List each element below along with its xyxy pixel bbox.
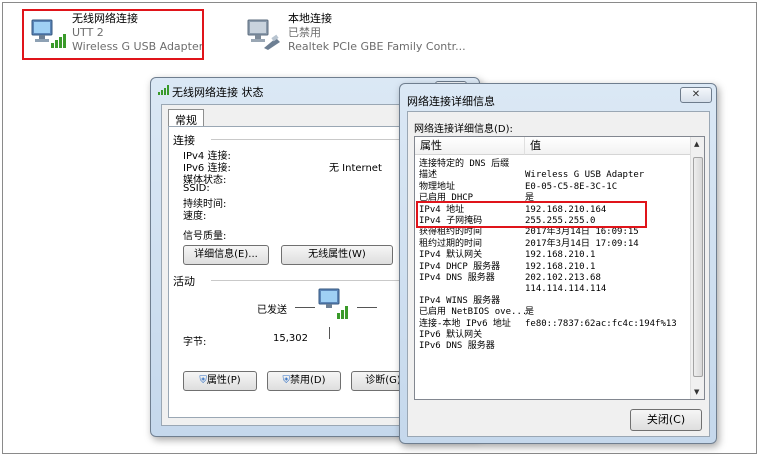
connection-name: 本地连接: [288, 12, 332, 25]
detail-property: IPv4 默认网关: [419, 250, 483, 261]
detail-value: 2017年3月14日 16:09:15: [525, 227, 639, 238]
detail-row[interactable]: IPv6 默认网关: [415, 330, 691, 341]
properties-button-label: 属性(P): [206, 375, 241, 386]
status-dialog-title: 无线网络连接 状态: [172, 86, 264, 99]
detail-property: IPv4 DNS 服务器: [419, 273, 495, 283]
detail-property: 获得租约的时间: [419, 227, 483, 238]
detail-property: 已启用 NetBIOS ove...: [419, 307, 528, 318]
detail-value: 是: [525, 307, 535, 318]
bytes-label: 字节:: [183, 337, 207, 348]
dhcp-ipv4-highlight: [416, 201, 647, 228]
detail-row[interactable]: IPv4 DHCP 服务器 192.168.210.1: [415, 262, 691, 273]
shield-icon: ⛨: [199, 375, 207, 386]
detail-property: IPv4 WINS 服务器: [419, 295, 501, 306]
ssid-label: SSID:: [183, 183, 210, 194]
connection-adapter: Realtek PCIe GBE Family Contr...: [288, 40, 466, 53]
details-button[interactable]: 详细信息(E)...: [183, 245, 269, 265]
scroll-up-icon[interactable]: ▲: [694, 140, 699, 148]
detail-value: E0-05-C5-8E-3C-1C: [525, 181, 618, 192]
detail-row[interactable]: IPv4 DNS 服务器 202.102.213.68: [415, 273, 691, 284]
shield-icon: ⛨: [282, 375, 290, 386]
detail-value: 192.168.210.1: [525, 261, 596, 272]
ipv6-connectivity-value: 无 Internet: [329, 163, 382, 174]
signal-quality-label: 信号质量:: [183, 231, 227, 242]
scroll-thumb[interactable]: [693, 157, 703, 377]
details-dialog-body: 网络连接详细信息(D): 属性 值 连接特定的 DNS 后缀 描述 Wireless…: [407, 111, 710, 437]
detail-row[interactable]: 已启用 NetBIOS ove... 是: [415, 307, 691, 318]
disable-button-label: 禁用(D): [289, 375, 326, 386]
detail-property: IPv4 DHCP 服务器: [419, 261, 501, 272]
detail-property: IPv6 DNS 服务器: [419, 341, 495, 352]
connection-status: 已禁用: [288, 26, 321, 39]
details-list[interactable]: 属性 值 连接特定的 DNS 后缀 描述 Wireless G USB Adapte…: [414, 136, 705, 400]
detail-row[interactable]: 连接-本地 IPv6 地址 fe80::7837:62ac:fc4c:194f%1…: [415, 319, 691, 330]
details-list-label: 网络连接详细信息(D):: [414, 124, 513, 135]
sent-label: 已发送: [257, 305, 287, 316]
local-connection-item[interactable]: 本地连接 已禁用 Realtek PCIe GBE Family Contr..…: [242, 10, 466, 56]
detail-row[interactable]: 描述 Wireless G USB Adapter: [415, 170, 691, 181]
detail-value: 202.102.213.68: [525, 273, 601, 283]
detail-row[interactable]: 114.114.114.114: [415, 284, 691, 295]
network-activity-icon: [317, 287, 351, 324]
detail-property: IPv6 默认网关: [419, 330, 483, 340]
detail-value: Wireless G USB Adapter: [525, 170, 645, 181]
detail-row[interactable]: 获得租约的时间 2017年3月14日 16:09:15: [415, 227, 691, 238]
detail-row[interactable]: IPv4 默认网关 192.168.210.1: [415, 250, 691, 261]
wireless-connection-highlight: [22, 9, 204, 60]
properties-button[interactable]: ⛨属性(P): [183, 371, 257, 391]
detail-property: 连接特定的 DNS 后缀: [419, 159, 510, 169]
signal-bars-icon: [158, 85, 170, 98]
column-header-value[interactable]: 值: [525, 137, 692, 155]
detail-row[interactable]: IPv6 DNS 服务器: [415, 341, 691, 352]
column-header-property[interactable]: 属性: [415, 137, 525, 155]
detail-value: 2017年3月14日 17:09:14: [525, 238, 639, 249]
close-button[interactable]: 关闭(C): [630, 409, 702, 431]
detail-property: 连接-本地 IPv6 地址: [419, 318, 511, 329]
details-scrollbar[interactable]: ▲ ▼: [690, 137, 704, 399]
detail-row[interactable]: 连接特定的 DNS 后缀: [415, 159, 691, 170]
speed-label: 速度:: [183, 211, 207, 222]
detail-property: 租约过期的时间: [419, 238, 483, 249]
details-close-x-button[interactable]: ✕: [680, 87, 712, 103]
detail-row[interactable]: IPv4 WINS 服务器: [415, 296, 691, 307]
detail-row[interactable]: 租约过期的时间 2017年3月14日 17:09:14: [415, 239, 691, 250]
disable-button[interactable]: ⛨禁用(D): [267, 371, 341, 391]
detail-value: fe80::7837:62ac:fc4c:194f%13: [525, 318, 677, 329]
network-details-dialog: 网络连接详细信息 ✕ 网络连接详细信息(D): 属性 值 连接特定的 DNS 后…: [399, 83, 717, 444]
detail-row[interactable]: 物理地址 E0-05-C5-8E-3C-1C: [415, 182, 691, 193]
detail-property: 物理地址: [419, 181, 456, 192]
detail-value: 114.114.114.114: [525, 284, 607, 295]
bytes-sent-value: 15,302: [273, 333, 308, 344]
detail-property: 描述: [419, 170, 438, 181]
detail-value: 192.168.210.1: [525, 250, 596, 261]
wireless-properties-button[interactable]: 无线属性(W): [281, 245, 393, 265]
group-connection-label: 连接: [173, 134, 195, 147]
wired-network-icon: [246, 16, 282, 52]
details-dialog-title: 网络连接详细信息: [407, 95, 495, 108]
group-activity-label: 活动: [173, 275, 195, 288]
scroll-down-icon[interactable]: ▼: [694, 388, 699, 396]
